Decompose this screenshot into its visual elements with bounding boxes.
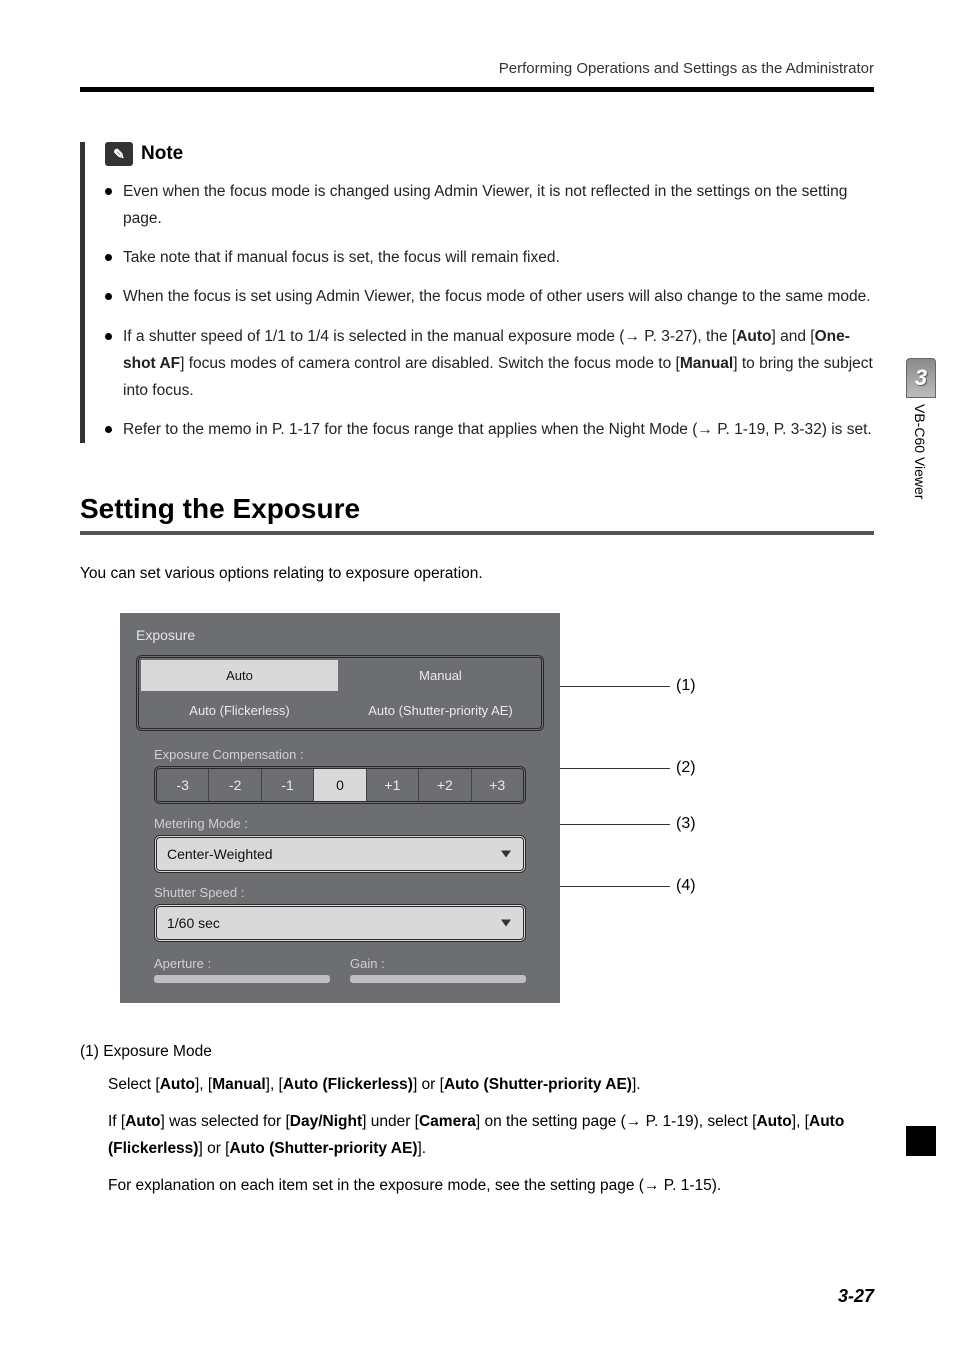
note-heading: ✎ Note — [105, 142, 874, 166]
metering-label: Metering Mode : — [154, 816, 544, 831]
panel-title: Exposure — [136, 627, 544, 643]
note-item: If a shutter speed of 1/1 to 1/4 is sele… — [105, 323, 874, 404]
callout-4: (4) — [676, 877, 696, 895]
chapter-title: VB-C60 Viewer — [906, 404, 928, 499]
side-tab: 3 VB-C60 Viewer — [906, 358, 936, 499]
definition-heading: (1) Exposure Mode — [80, 1043, 874, 1061]
definition-para: If [Auto] was selected for [Day/Night] u… — [108, 1108, 874, 1162]
exposure-panel: Exposure Auto Manual Auto (Flickerless) … — [120, 613, 560, 1003]
note-icon: ✎ — [105, 142, 133, 166]
aperture-slider[interactable] — [154, 975, 330, 983]
callout-1: (1) — [676, 677, 696, 695]
mode-shutter-ae[interactable]: Auto (Shutter-priority AE) — [342, 695, 539, 726]
callout-3: (3) — [676, 815, 696, 833]
note-title: Note — [141, 143, 183, 165]
aperture-field: Aperture : — [154, 956, 330, 983]
ev-zero[interactable]: 0 — [314, 769, 366, 801]
side-marker — [906, 1126, 936, 1156]
gain-label: Gain : — [350, 956, 526, 971]
note-item: Take note that if manual focus is set, t… — [105, 244, 874, 271]
figure: Exposure Auto Manual Auto (Flickerless) … — [120, 613, 874, 1003]
ev-plus1[interactable]: +1 — [367, 769, 419, 801]
callouts: (1) (2) (3) (4) — [560, 613, 696, 895]
section-heading: Setting the Exposure — [80, 493, 874, 525]
gain-slider[interactable] — [350, 975, 526, 983]
ev-plus3[interactable]: +3 — [472, 769, 523, 801]
section-intro: You can set various options relating to … — [80, 565, 874, 583]
note-list: Even when the focus mode is changed usin… — [105, 178, 874, 443]
callout-line — [560, 686, 670, 687]
section-rule — [80, 531, 874, 535]
callout-2: (2) — [676, 759, 696, 777]
mode-manual[interactable]: Manual — [342, 660, 539, 691]
definition-para: For explanation on each item set in the … — [108, 1172, 874, 1199]
page-number: 3-27 — [838, 1286, 874, 1307]
exposure-comp-label: Exposure Compensation : — [154, 747, 544, 762]
header-rule — [80, 87, 874, 92]
ev-minus2[interactable]: -2 — [209, 769, 261, 801]
ev-plus2[interactable]: +2 — [419, 769, 471, 801]
note-item: When the focus is set using Admin Viewer… — [105, 283, 874, 310]
shutter-dropdown[interactable]: 1/60 sec — [154, 904, 526, 942]
chapter-number-badge: 3 — [906, 358, 936, 398]
callout-line — [560, 886, 670, 887]
note-block: ✎ Note Even when the focus mode is chang… — [80, 142, 874, 443]
callout-line — [560, 768, 670, 769]
metering-dropdown[interactable]: Center-Weighted — [154, 835, 526, 873]
mode-flickerless[interactable]: Auto (Flickerless) — [141, 695, 338, 726]
shutter-label: Shutter Speed : — [154, 885, 544, 900]
note-item: Refer to the memo in P. 1-17 for the foc… — [105, 416, 874, 443]
ev-minus1[interactable]: -1 — [262, 769, 314, 801]
ev-minus3[interactable]: -3 — [157, 769, 209, 801]
gain-field: Gain : — [350, 956, 526, 983]
callout-line — [560, 824, 670, 825]
exposure-mode-grid[interactable]: Auto Manual Auto (Flickerless) Auto (Shu… — [136, 655, 544, 731]
definition-para: Select [Auto], [Manual], [Auto (Flickerl… — [108, 1071, 874, 1098]
exposure-comp-segmented[interactable]: -3 -2 -1 0 +1 +2 +3 — [154, 766, 526, 804]
aperture-label: Aperture : — [154, 956, 330, 971]
mode-auto[interactable]: Auto — [141, 660, 338, 691]
running-header: Performing Operations and Settings as th… — [80, 60, 874, 77]
note-item: Even when the focus mode is changed usin… — [105, 178, 874, 232]
